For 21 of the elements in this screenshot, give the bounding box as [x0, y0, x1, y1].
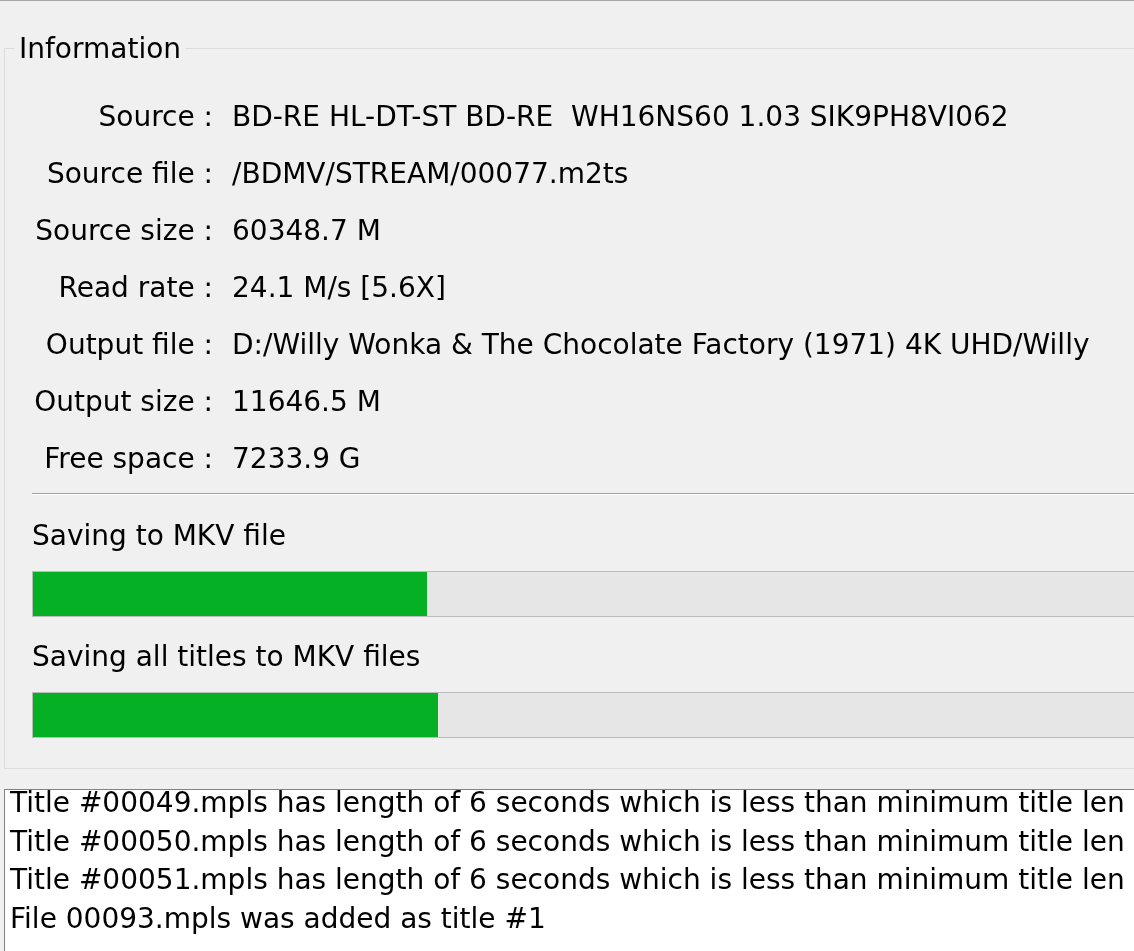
- log-line: File 00093.mpls was added as title #1: [10, 900, 546, 937]
- field-label: Output file :: [45, 327, 213, 362]
- field-value: BD-RE HL-DT-ST BD-RE WH16NS60 1.03 SIK9PH8VI062: [232, 99, 1009, 134]
- field-value: D:/Willy Wonka & The Chocolate Factory (1971) 4K UHD/Willy: [232, 327, 1090, 362]
- field-value: 11646.5 M: [232, 384, 381, 419]
- field-label: Free space :: [44, 441, 213, 476]
- field-value: 7233.9 G: [232, 441, 361, 476]
- field-label: Source file :: [46, 156, 213, 191]
- field-value: /BDMV/STREAM/00077.m2ts: [232, 156, 629, 191]
- log-line: Title #00051.mpls has length of 6 seconds which is less than minimum title len: [10, 862, 1125, 898]
- field-label: Source :: [98, 99, 213, 134]
- field-value: 60348.7 M: [232, 213, 381, 248]
- progress-label: Saving all titles to MKV files: [32, 640, 421, 674]
- log-line: Title #00049.mpls has length of 6 seconds which is less than minimum title len: [10, 790, 1125, 821]
- log-line: Title #00050.mpls has length of 6 seconds which is less than minimum title len: [10, 823, 1125, 860]
- group-title: Information: [18, 32, 183, 65]
- field-value: 24.1 M/s [5.6X]: [232, 270, 446, 305]
- field-label: Read rate :: [58, 270, 213, 305]
- field-label: Output size :: [34, 384, 213, 419]
- field-label: Source size :: [35, 213, 213, 248]
- progress-label: Saving to MKV file: [32, 519, 286, 553]
